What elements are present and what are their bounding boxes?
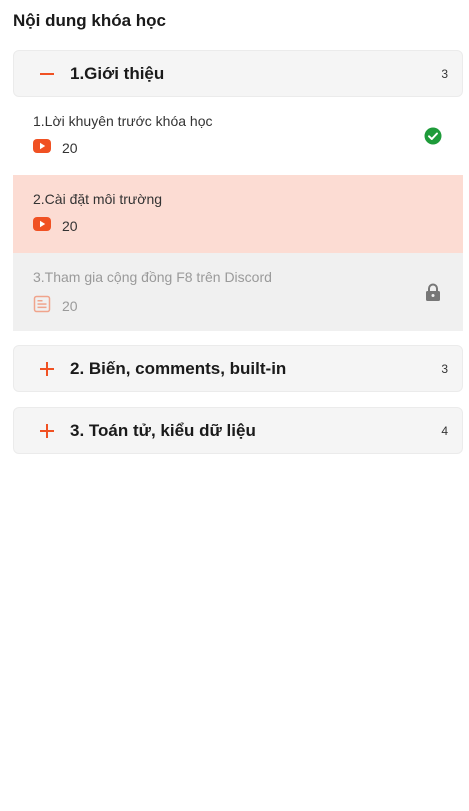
plus-icon [36, 420, 58, 442]
section-1: 1.Giới thiệu 3 1.Lời khuyên trước khóa h… [13, 50, 463, 331]
lock-icon [423, 282, 443, 302]
section-3: 3. Toán tử, kiểu dữ liệu 4 [13, 407, 463, 454]
lesson-2-meta: 20 [33, 217, 78, 234]
section-2-header[interactable]: 2. Biến, comments, built-in 3 [13, 345, 463, 392]
lesson-1-meta: 20 [33, 139, 78, 156]
lesson-2-duration: 20 [62, 217, 78, 234]
lesson-2[interactable]: 2.Cài đặt môi trường 20 [13, 175, 463, 253]
lesson-1-duration: 20 [62, 139, 78, 156]
section-1-count: 3 [441, 66, 448, 81]
plus-icon [36, 358, 58, 380]
section-1-name: 1.Giới thiệu [70, 63, 165, 83]
page-title: Nội dung khóa học [13, 11, 166, 30]
section-2-count: 3 [441, 361, 448, 376]
lesson-3-title: 3.Tham gia cộng đồng F8 trên Discord [33, 269, 272, 285]
lesson-2-title: 2.Cài đặt môi trường [33, 191, 163, 207]
lesson-3[interactable]: 3.Tham gia cộng đồng F8 trên Discord 20 [13, 253, 463, 331]
lesson-3-duration: 20 [62, 297, 78, 314]
section-1-header[interactable]: 1.Giới thiệu 3 [13, 50, 463, 97]
lesson-3-meta: 20 [33, 295, 78, 316]
youtube-icon [33, 139, 51, 156]
minus-icon [36, 63, 58, 85]
section-3-header[interactable]: 3. Toán tử, kiểu dữ liệu 4 [13, 407, 463, 454]
document-icon [33, 295, 51, 316]
section-2: 2. Biến, comments, built-in 3 [13, 345, 463, 392]
lesson-1[interactable]: 1.Lời khuyên trước khóa học 20 [13, 97, 463, 175]
section-3-count: 4 [441, 423, 448, 438]
section-3-name: 3. Toán tử, kiểu dữ liệu [70, 420, 256, 440]
youtube-icon [33, 217, 51, 234]
section-2-name: 2. Biến, comments, built-in [70, 358, 287, 378]
check-circle-icon [423, 126, 443, 146]
lesson-1-title: 1.Lời khuyên trước khóa học [33, 113, 213, 129]
